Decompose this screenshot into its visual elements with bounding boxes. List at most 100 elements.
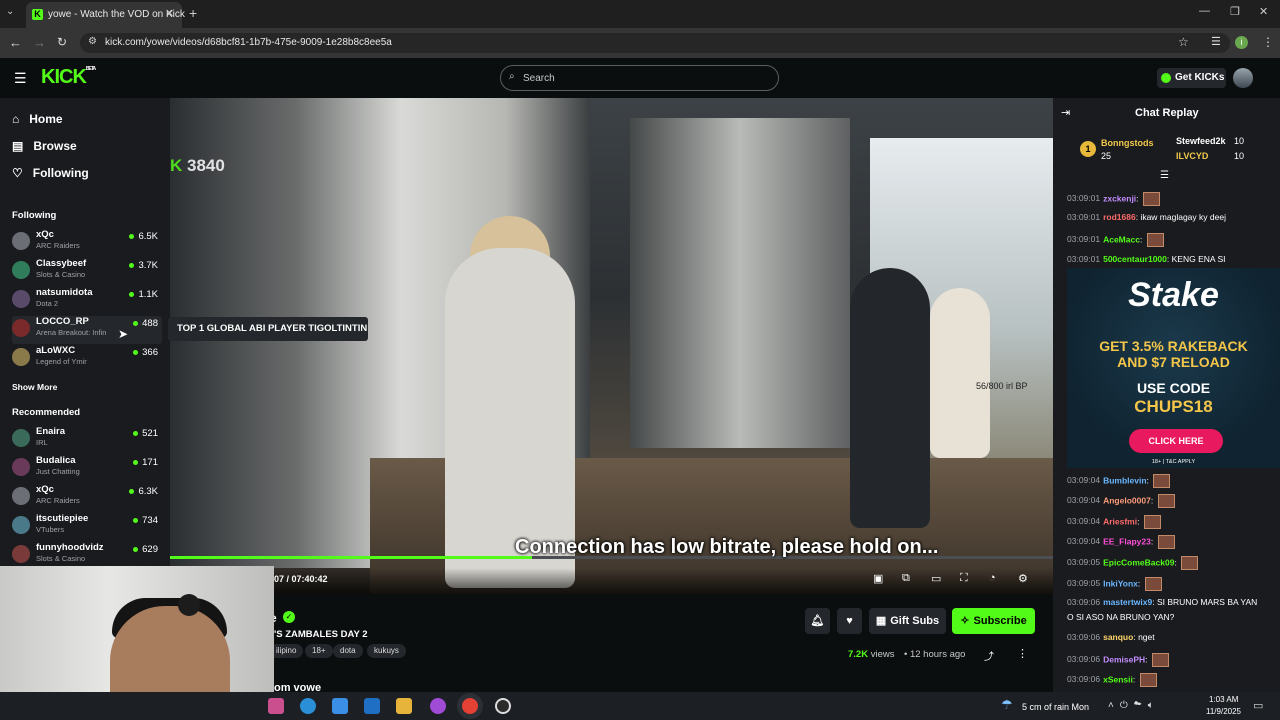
reload-icon[interactable]: ↻: [57, 35, 67, 49]
collapse-chat-icon[interactable]: ⇥: [1061, 106, 1070, 119]
browser-tab[interactable]: K yowe - Watch the VOD on Kick ✕: [26, 2, 185, 28]
settings-gear-icon[interactable]: ⚙: [1018, 572, 1028, 585]
channel-item[interactable]: LOCCO_RP Arena Breakout: Infin 488: [12, 316, 162, 344]
obs-icon[interactable]: [495, 698, 511, 714]
clock-time[interactable]: 1:03 AM: [1209, 695, 1238, 704]
chat-username[interactable]: xSensii: [1103, 674, 1133, 684]
notification-bell-button[interactable]: 🔔︎: [805, 608, 830, 634]
minimize-icon[interactable]: —: [1199, 5, 1210, 17]
subscribe-button[interactable]: ✧ Subscribe: [952, 608, 1035, 634]
chat-emote-icon: [1139, 673, 1157, 687]
store-icon[interactable]: [332, 698, 348, 714]
leader-name: ILVCYD: [1176, 151, 1209, 161]
weather-text[interactable]: 5 cm of rain Mon: [1022, 702, 1089, 712]
search-bar[interactable]: ⌕ Search: [500, 65, 779, 91]
stream-overlay-score: K 3840: [170, 156, 225, 176]
chat-username[interactable]: EE_Flapy23: [1103, 536, 1151, 546]
published-ago-text: 12 hours ago: [909, 649, 966, 660]
sidebar-item-home[interactable]: ⌂ Home: [12, 112, 63, 126]
tab-list-icon[interactable]: ⌄: [6, 6, 14, 17]
new-tab-icon[interactable]: +: [189, 5, 197, 21]
tab-search-icon[interactable]: ☰: [1211, 35, 1221, 48]
back-icon[interactable]: ←: [9, 35, 22, 50]
channel-item[interactable]: Classybeef Slots & Casino 3.7K: [12, 258, 162, 286]
chrome-icon[interactable]: [462, 698, 478, 714]
sidebar-item-following[interactable]: ♡ Following: [12, 166, 89, 180]
clock-date[interactable]: 11/9/2025: [1206, 707, 1241, 716]
chat-username[interactable]: Bumblevin: [1103, 475, 1146, 485]
edge-icon[interactable]: [300, 698, 316, 714]
pinned-toggle-icon[interactable]: ☰: [1160, 170, 1169, 181]
tag-age[interactable]: 18+: [305, 644, 333, 658]
more-options-icon[interactable]: ⋮: [1017, 647, 1028, 660]
file-explorer-icon[interactable]: [396, 698, 412, 714]
forward-icon[interactable]: →: [33, 35, 46, 50]
tag-language[interactable]: ilipino: [269, 644, 304, 658]
channel-item[interactable]: itscutiepiee VTubers 734: [12, 513, 162, 541]
chat-username[interactable]: AceMacc: [1103, 234, 1140, 244]
bookmark-star-icon[interactable]: ☆: [1178, 35, 1189, 49]
channel-item[interactable]: xQc ARC Raiders 6.3K: [12, 484, 162, 512]
chat-message: 03:09:01 AceMacc:: [1067, 233, 1164, 247]
chat-username[interactable]: EpicComeBack09: [1103, 557, 1174, 567]
maximize-icon[interactable]: ❐: [1230, 5, 1240, 18]
leader-count: 25: [1101, 151, 1112, 161]
search-input[interactable]: Search: [523, 73, 555, 84]
chat-username[interactable]: DemisePH: [1103, 654, 1145, 664]
chat-username[interactable]: rod1686: [1103, 212, 1136, 222]
kick-favicon-icon: K: [32, 9, 43, 20]
share-icon[interactable]: ⤴: [984, 648, 994, 663]
get-kicks-button[interactable]: Get KICKs: [1157, 68, 1226, 88]
chat-username[interactable]: InkiYonx: [1103, 578, 1138, 588]
miniplayer-icon[interactable]: ▣: [873, 572, 883, 585]
channel-item[interactable]: Enaira IRL 521: [12, 426, 162, 454]
gift-subs-button[interactable]: ▦ Gift Subs: [869, 608, 946, 634]
outlook-icon[interactable]: [364, 698, 380, 714]
messenger-icon[interactable]: [430, 698, 446, 714]
mouse-cursor-icon: ➤: [118, 327, 129, 341]
clip-icon[interactable]: ⧉: [902, 572, 910, 585]
app-icon[interactable]: [268, 698, 284, 714]
chat-username[interactable]: 500centaur1000: [1103, 254, 1167, 264]
user-avatar[interactable]: [1233, 68, 1253, 88]
channel-item[interactable]: xQc ARC Raiders 6.5K: [12, 229, 162, 257]
kicks-coin-icon: [1161, 73, 1171, 83]
channel-name: Budalica: [36, 455, 76, 466]
channel-name: LOCCO_RP: [36, 316, 89, 327]
video-frame-person: [930, 288, 990, 458]
chat-username[interactable]: mastertwix9: [1103, 597, 1152, 607]
sidebar-item-browse[interactable]: ▤ Browse: [12, 139, 77, 153]
tab-close-icon[interactable]: ✕: [165, 7, 174, 20]
chat-username[interactable]: sanquo: [1103, 632, 1133, 642]
tag-dota[interactable]: dota: [333, 644, 363, 658]
chat-username[interactable]: Angelo0007: [1103, 495, 1151, 505]
system-tray-icons[interactable]: ˄⏻☁🔈︎: [1108, 700, 1160, 711]
follow-heart-button[interactable]: ♥: [837, 608, 862, 634]
tag-kukuys[interactable]: kukuys: [367, 644, 406, 658]
profile-avatar[interactable]: i: [1235, 36, 1248, 49]
ad-line1: GET 3.5% RAKEBACK: [1099, 338, 1248, 354]
video-player[interactable]: K 3840 56/800 irl BP Connection has low …: [170, 98, 1053, 594]
chat-username[interactable]: Ariesfmi: [1103, 516, 1137, 526]
playback-speed-icon[interactable]: ◔: [989, 572, 996, 584]
channel-item[interactable]: natsumidota Dota 2 1.1K: [12, 287, 162, 315]
theater-mode-icon[interactable]: ▭: [931, 572, 941, 585]
avatar: [12, 545, 30, 563]
rank-badge-icon: 1: [1080, 141, 1096, 157]
show-more-link[interactable]: Show More: [12, 382, 57, 392]
stake-ad-overlay[interactable]: Stake GET 3.5% RAKEBACK AND $7 RELOAD US…: [1067, 268, 1280, 468]
notification-icon[interactable]: ▭: [1253, 699, 1263, 712]
chat-username[interactable]: zxckenji: [1103, 193, 1136, 203]
browser-menu-icon[interactable]: ⋮: [1262, 35, 1274, 49]
kick-logo[interactable]: KICKBETA: [41, 66, 96, 89]
channel-item[interactable]: Budalica Just Chatting 171: [12, 455, 162, 483]
chat-timestamp: 03:09:04: [1067, 475, 1101, 486]
fullscreen-icon[interactable]: ⛶: [960, 572, 968, 585]
site-info-icon[interactable]: ⚙: [88, 36, 97, 47]
close-window-icon[interactable]: ✕: [1259, 5, 1268, 18]
url-bar[interactable]: ⚙ kick.com/yowe/videos/d68bcf81-1b7b-475…: [80, 33, 1230, 53]
channel-item[interactable]: aLoWXC Legend of Ymir 366: [12, 345, 162, 373]
chat-timestamp: 03:09:06: [1067, 674, 1101, 685]
hamburger-menu-icon[interactable]: ☰: [14, 70, 27, 87]
ad-cta-button[interactable]: CLICK HERE: [1129, 429, 1223, 453]
